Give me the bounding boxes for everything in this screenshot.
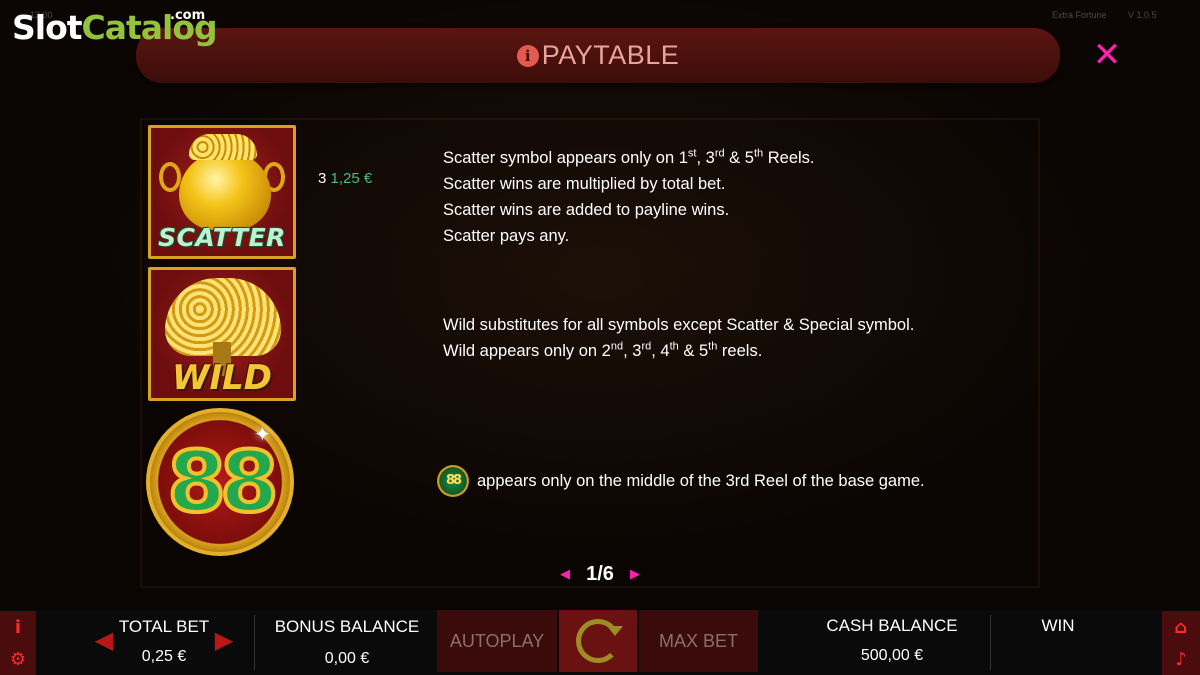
sparkle-icon: ✦ [254,424,271,446]
settings-button[interactable]: ⚙ [0,643,36,675]
max-bet-button[interactable]: MAX BET [639,610,758,672]
scatter-pay-amount: 1,25 € [330,170,373,187]
total-bet-value: 0,25 € [141,648,187,665]
scatter-symbol: SCATTER [148,125,296,259]
scatter-symbol-label: SCATTER [158,223,286,252]
logo-text-slot: Slot [12,8,83,47]
wild-symbol: WILD [148,267,296,401]
decrease-bet-button[interactable]: ◀ [90,623,118,657]
version-text: V 1.0.5 [1128,10,1157,20]
gear-icon: ⚙ [9,648,27,670]
scatter-line-4: Scatter pays any. [443,227,570,245]
watermark-logo: SlotCatalog .com [12,8,218,58]
scatter-line-2: Scatter wins are multiplied by total bet… [443,175,726,193]
paytable-header: i PAYTABLE [136,28,1060,83]
win-label: WIN [1041,616,1075,635]
divider [990,615,991,670]
scatter-pay-count: 3 [318,170,327,187]
logo-text-com: .com [170,8,206,23]
special-description-text: appears only on the middle of the 3rd Re… [477,472,925,490]
home-button[interactable]: ⌂ [1162,611,1200,643]
info-i-icon: i [14,616,22,638]
total-bet-label: TOTAL BET [118,617,210,636]
next-page-arrow-icon[interactable]: ▶ [630,566,640,582]
close-paytable-button[interactable]: ✕ [1090,38,1124,72]
autoplay-button[interactable]: AUTOPLAY [437,610,557,672]
wild-line-1: Wild substitutes for all symbols except … [443,316,915,334]
sound-button[interactable]: ♪ [1162,643,1200,675]
game-name-text: Extra Fortune [1052,10,1107,20]
cash-balance-value: 500,00 € [860,647,924,664]
bonus-balance-value: 0,00 € [324,650,370,667]
wild-description: Wild substitutes for all symbols except … [443,312,914,364]
paytable-title: PAYTABLE [541,40,680,70]
increase-bet-button[interactable]: ▶ [210,623,238,657]
gold-pot-icon [179,152,271,230]
special-description: 88 appears only on the middle of the 3rd… [437,465,925,497]
wild-line-2: Wild appears only on 2nd, 3rd, 4th & 5th… [443,340,763,360]
sound-muted-icon: ♪ [1175,648,1187,670]
bonus-balance-label: BONUS BALANCE [274,617,420,636]
special-88-symbol: 88 ✦ [146,408,294,556]
info-button[interactable]: i [0,611,36,643]
wild-symbol-label: WILD [171,358,273,398]
special-88-label: 88 [166,431,281,533]
scatter-description: Scatter symbol appears only on 1st, 3rd … [443,145,815,249]
home-icon: ⌂ [1174,616,1188,638]
scatter-pay-value: 3 1,25 € [318,170,372,187]
prev-page-arrow-icon[interactable]: ◀ [560,566,570,582]
spin-arrow-icon [576,619,623,663]
cash-balance-label: CASH BALANCE [826,616,958,635]
scatter-line-1: Scatter symbol appears only on 1st, 3rd … [443,147,815,167]
spin-button[interactable] [559,610,637,672]
mini-88-icon: 88 [437,465,469,497]
paytable-pager: ◀ 1/6 ▶ [560,561,640,587]
gold-coins-icon [189,134,257,160]
info-icon: i [516,44,539,67]
divider [254,615,255,670]
scatter-line-3: Scatter wins are added to payline wins. [443,201,730,219]
pot-handle-left [159,162,181,192]
page-indicator: 1/6 [586,562,614,585]
